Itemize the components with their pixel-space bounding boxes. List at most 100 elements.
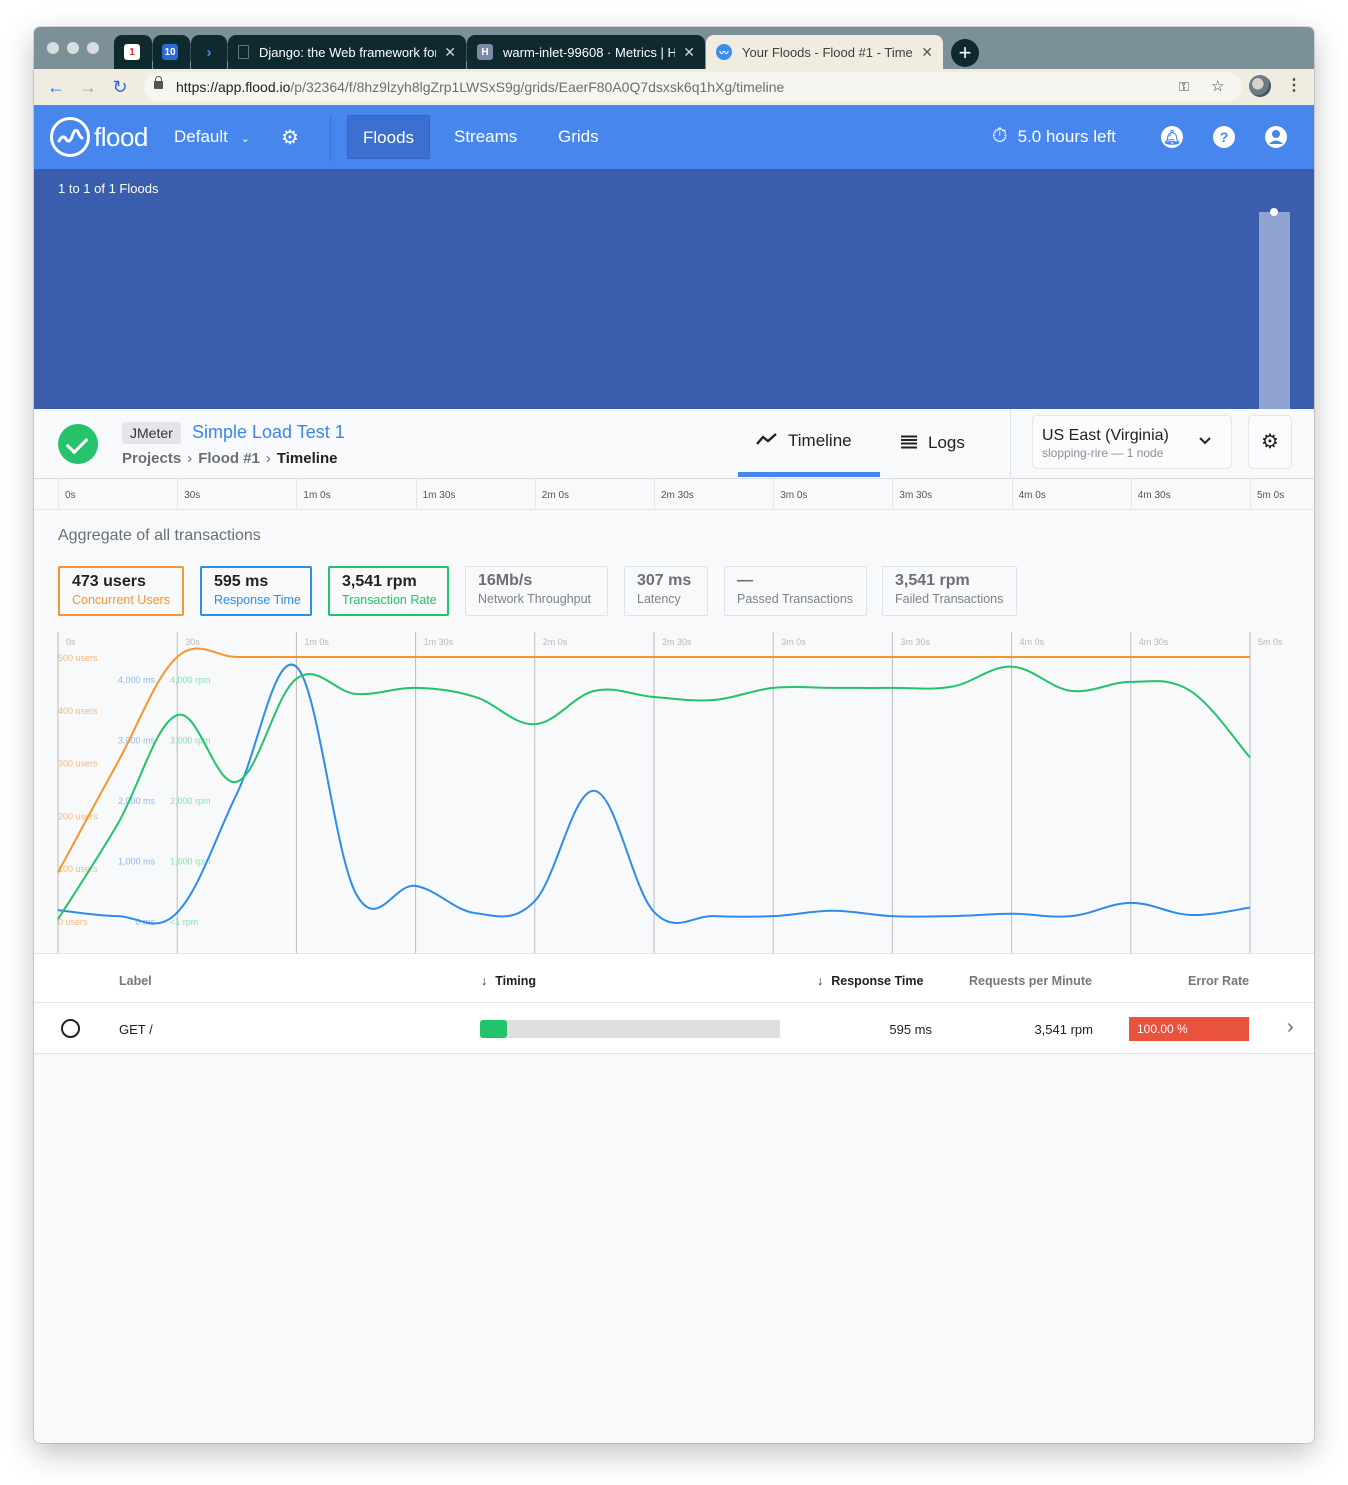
profile-avatar[interactable] — [1249, 75, 1271, 97]
page-icon — [238, 45, 249, 59]
close-window-button[interactable] — [47, 42, 59, 54]
chevron-right-icon[interactable]: › — [1287, 1016, 1294, 1039]
tab-calendar[interactable]: 10 — [153, 35, 190, 69]
nav-streams[interactable]: Streams — [439, 115, 532, 159]
forward-button[interactable]: → — [76, 75, 100, 99]
address-bar[interactable]: https://app.flood.io/p/32364/f/8hz9lzyh8… — [144, 72, 1242, 102]
sort-arrow-icon: ↓ — [481, 974, 488, 988]
help-icon[interactable]: ? — [1213, 126, 1235, 148]
flood-bar-marker — [1270, 208, 1278, 216]
settings-gear-icon[interactable]: ⚙ — [1248, 415, 1292, 469]
x-tick-label: 3m 30s — [900, 637, 930, 647]
key-icon[interactable]: ⚿ — [1179, 79, 1189, 95]
stat-rate[interactable]: 3,541 rpm Transaction Rate — [328, 566, 449, 616]
reload-button[interactable]: ↻ — [108, 75, 132, 99]
timeline-icon — [756, 430, 778, 451]
y-tick-ms: 4,000 ms — [118, 675, 156, 685]
col-response-time[interactable]: ↓ Response Time — [817, 974, 923, 988]
close-tab-icon[interactable]: ✕ — [444, 44, 456, 61]
region-name: US East (Virginia) — [1042, 427, 1169, 444]
maximize-window-button[interactable] — [87, 42, 99, 54]
stat-net[interactable]: 16Mb/s Network Throughput — [465, 566, 608, 616]
region-selector[interactable]: US East (Virginia) slopping-rire — 1 nod… — [1032, 415, 1232, 469]
stat-value: 307 ms — [637, 572, 692, 589]
account-icon[interactable] — [1265, 126, 1287, 148]
ruler-tick: 0s — [58, 479, 177, 510]
col-rpm[interactable]: Requests per Minute — [969, 974, 1092, 988]
flood-name[interactable]: Simple Load Test 1 — [192, 422, 345, 443]
back-button[interactable]: ← — [44, 75, 68, 99]
col-error-rate[interactable]: Error Rate — [1188, 974, 1249, 988]
divider — [330, 115, 331, 161]
browser-menu-icon[interactable]: ⋮ — [1286, 75, 1302, 95]
tab-title: Your Floods - Flood #1 - Timeli — [742, 44, 914, 60]
y-tick-users: 500 users — [58, 653, 98, 663]
divider — [1010, 409, 1011, 478]
minimize-window-button[interactable] — [67, 42, 79, 54]
org-selector[interactable]: Default ⌄ — [174, 127, 250, 147]
close-tab-icon[interactable]: ✕ — [921, 44, 933, 61]
app-header: flood Default ⌄ ⚙ Floods Streams Grids ⏱… — [34, 105, 1314, 169]
tab-timeline[interactable]: Timeline — [738, 409, 880, 477]
bookmark-star-icon[interactable]: ☆ — [1211, 77, 1224, 95]
url-text[interactable]: https://app.flood.io/p/32364/f/8hz9lzyh8… — [176, 79, 784, 95]
chevron-down-icon: ⌄ — [240, 133, 250, 145]
ruler-tick: 1m 30s — [415, 479, 535, 510]
stat-fail[interactable]: 3,541 rpm Failed Transactions — [882, 566, 1017, 616]
chevron-right-icon: › — [265, 450, 271, 467]
row-select-radio[interactable] — [61, 1019, 80, 1038]
close-tab-icon[interactable]: ✕ — [683, 44, 695, 61]
tab-flood-active[interactable]: 〰 Your Floods - Flood #1 - Timeli ✕ — [706, 35, 943, 69]
tab-heroku[interactable]: H warm-inlet-99608 · Metrics | H ✕ — [467, 35, 705, 69]
y-tick-ms: 3,000 ms — [118, 735, 156, 745]
new-tab-button[interactable]: + — [951, 39, 979, 67]
timing-bar — [480, 1020, 780, 1038]
tab-logs[interactable]: Logs — [900, 409, 965, 477]
flood-logo[interactable]: flood — [50, 117, 148, 157]
nav-grids[interactable]: Grids — [543, 115, 614, 159]
stat-pass[interactable]: — Passed Transactions — [724, 566, 867, 616]
x-tick-label: 4m 0s — [1020, 637, 1045, 647]
breadcrumb-flood[interactable]: Flood #1 — [198, 450, 260, 467]
ruler-tick: 3m 30s — [892, 479, 1011, 510]
time-left-text: 5.0 hours left — [1017, 126, 1116, 146]
stat-lat[interactable]: 307 ms Latency — [624, 566, 708, 616]
col-timing-label: Timing — [495, 974, 536, 988]
y-tick-users: 0 users — [58, 917, 88, 927]
stat-label: Passed Transactions — [737, 592, 854, 606]
calendar-icon: 10 — [162, 44, 178, 60]
breadcrumb: Projects › Flood #1 › Timeline — [122, 450, 337, 467]
breadcrumb-projects[interactable]: Projects — [122, 450, 181, 467]
stopwatch-icon: ⏱ — [992, 125, 1008, 147]
nav-floods[interactable]: Floods — [347, 115, 431, 159]
error-rate-badge: 100.00 % — [1129, 1017, 1249, 1041]
stat-resp[interactable]: 595 ms Response Time — [200, 566, 312, 616]
ruler-tick: 1m 0s — [296, 479, 415, 510]
x-tick-label: 1m 0s — [304, 637, 329, 647]
tab-title: Django: the Web framework for — [259, 44, 437, 60]
flood-bar[interactable] — [1259, 212, 1290, 409]
tab-gmail[interactable]: 1 — [114, 35, 152, 69]
y-tick-users: 300 users — [58, 759, 98, 769]
breadcrumb-current: Timeline — [276, 450, 338, 467]
browser-window: 1 10 › Django: the Web framework for ✕ H… — [34, 27, 1314, 1443]
tab-django[interactable]: Django: the Web framework for ✕ — [228, 35, 466, 69]
tab-label: Timeline — [788, 430, 852, 450]
x-tick-label: 4m 30s — [1139, 637, 1169, 647]
table-row[interactable]: GET / 595 ms 3,541 rpm 100.00 % › — [34, 1002, 1314, 1054]
flood-header: JMeter Simple Load Test 1 Projects › Flo… — [34, 409, 1314, 479]
x-tick-label: 0s — [66, 637, 76, 647]
tab-label: Logs — [928, 433, 965, 452]
timing-bar-fill — [480, 1020, 507, 1038]
tab-terminal[interactable]: › — [191, 35, 227, 69]
stat-users[interactable]: 473 users Concurrent Users — [58, 566, 184, 616]
x-tick-label: 2m 0s — [543, 637, 568, 647]
col-timing[interactable]: ↓ Timing — [481, 974, 536, 988]
stat-value: 3,541 rpm — [342, 573, 417, 590]
notifications-bell-icon[interactable]: 🔔︎ — [1161, 126, 1183, 148]
col-label[interactable]: Label — [119, 974, 152, 988]
floods-count: 1 to 1 of 1 Floods — [58, 181, 159, 196]
stat-value: 473 users — [72, 573, 146, 590]
stat-value: 3,541 rpm — [895, 572, 970, 589]
gear-icon[interactable]: ⚙ — [281, 125, 299, 150]
